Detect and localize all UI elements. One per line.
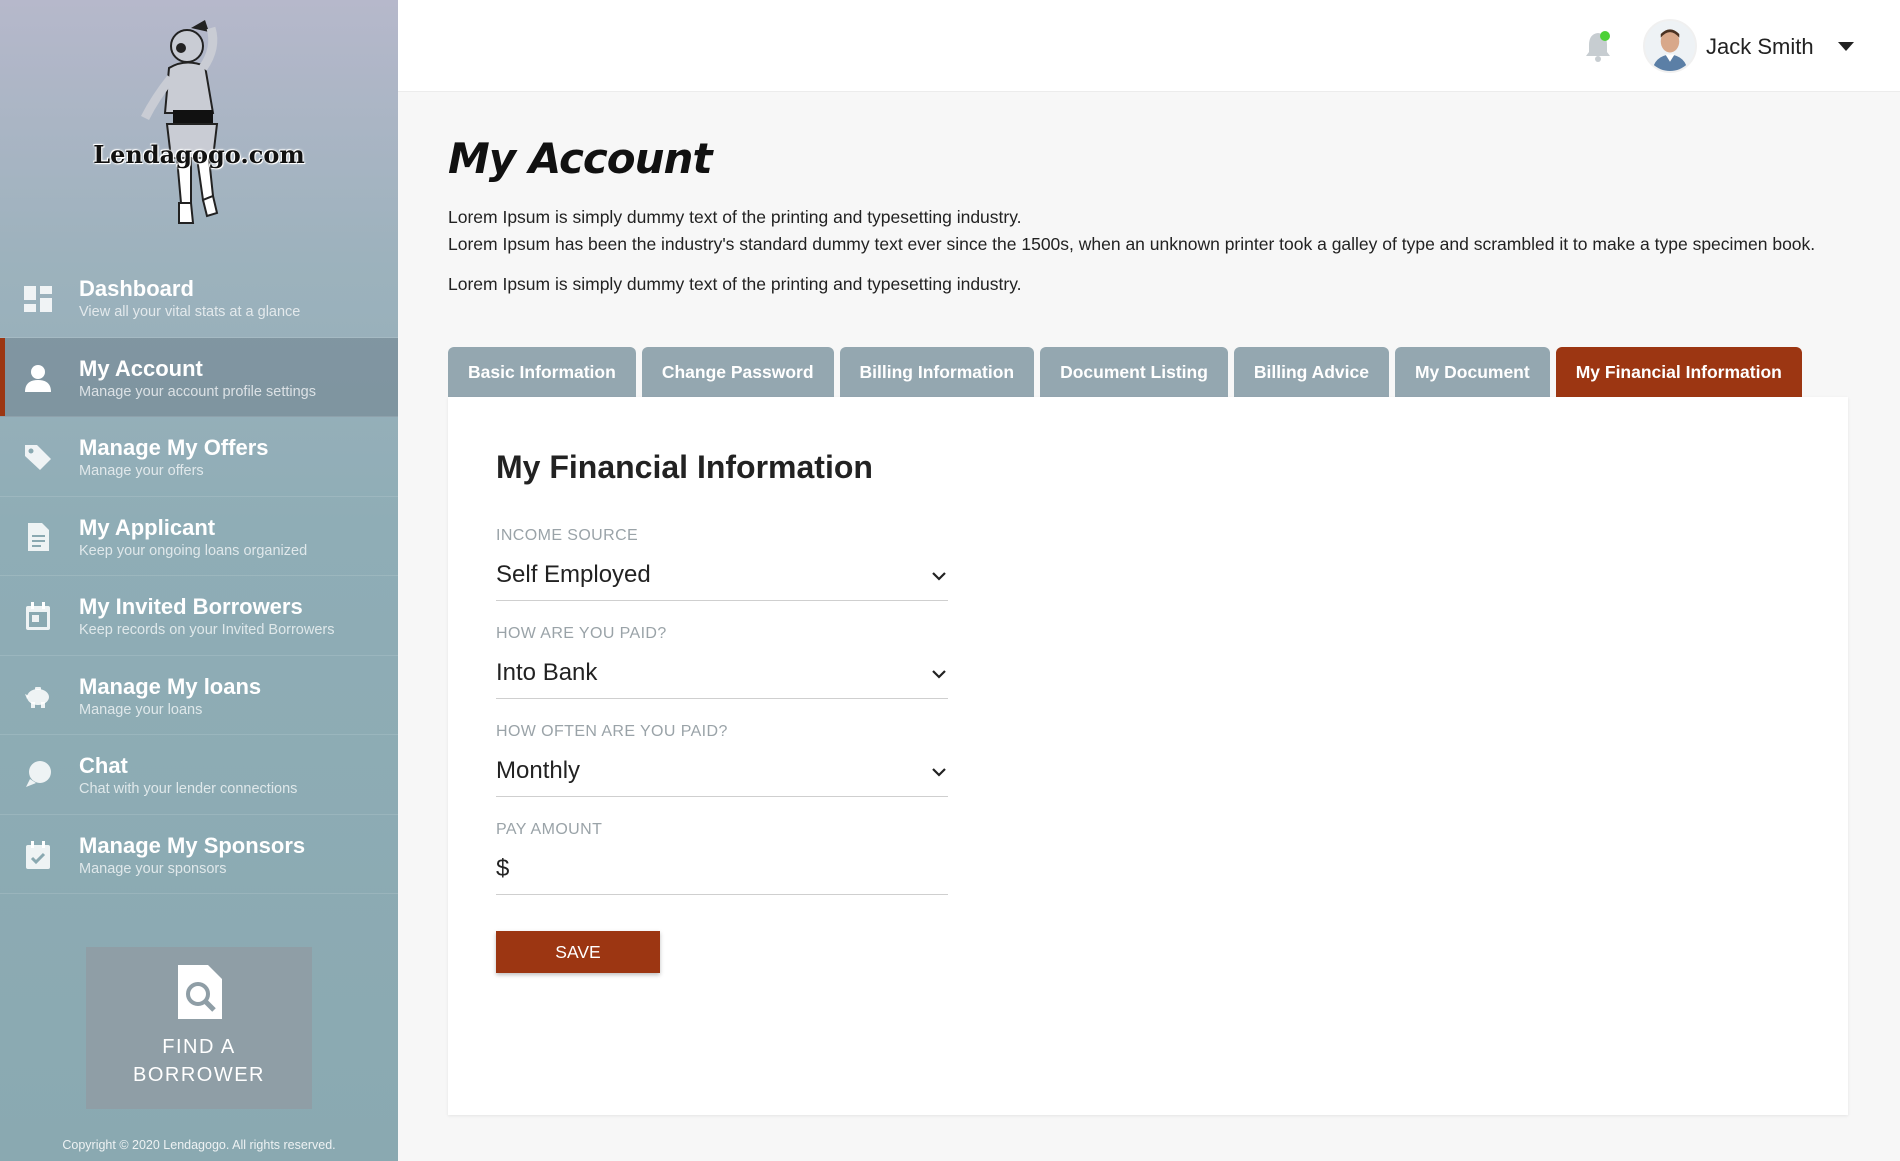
sidebar-item-title: My Account xyxy=(79,355,203,381)
pay-frequency-field: HOW OFTEN ARE YOU PAID? Monthly xyxy=(496,723,948,797)
sidebar-item-subtitle: Manage your loans xyxy=(79,701,203,718)
sidebar-item-my-invited-borrowers[interactable]: My Invited Borrowers Keep records on you… xyxy=(0,576,398,656)
user-menu-caret-icon[interactable] xyxy=(1838,42,1854,51)
sidebar: Lendagogo.com Dashboard View all your vi… xyxy=(0,0,398,1161)
payment-method-field: HOW ARE YOU PAID? Into Bank xyxy=(496,625,948,699)
sidebar-item-title: My Invited Borrowers xyxy=(79,594,303,619)
tab-my-document[interactable]: My Document xyxy=(1394,347,1550,397)
sidebar-item-title: Manage My Offers xyxy=(79,435,269,460)
avatar[interactable] xyxy=(1643,19,1697,73)
page-description-3: Lorem Ipsum is simply dummy text of the … xyxy=(448,274,1022,294)
calendar-icon xyxy=(26,602,50,630)
tag-icon xyxy=(25,445,51,470)
sidebar-item-subtitle: Keep records on your Invited Borrowers xyxy=(79,622,335,638)
pay-amount-label: PAY AMOUNT xyxy=(496,821,603,838)
document-icon xyxy=(28,522,49,551)
sidebar-item-subtitle: View all your vital stats at a glance xyxy=(79,304,301,320)
pay-amount-field: PAY AMOUNT $ xyxy=(496,821,948,895)
sidebar-item-manage-my-loans[interactable]: Manage My loans Manage your loans xyxy=(0,656,398,735)
logo-text: Lendagogo.com xyxy=(93,140,305,169)
account-tabs: Basic Information Change Password Billin… xyxy=(448,347,1802,397)
user-avatar-icon xyxy=(1645,21,1695,71)
chat-icon xyxy=(26,761,51,787)
sidebar-item-subtitle: Manage your offers xyxy=(79,463,204,479)
pay-amount-input[interactable]: $ xyxy=(496,849,948,895)
tab-document-listing[interactable]: Document Listing xyxy=(1040,347,1228,397)
tab-billing-advice[interactable]: Billing Advice xyxy=(1233,347,1389,397)
income-source-value: Self Employed xyxy=(496,561,651,588)
income-source-label: INCOME SOURCE xyxy=(496,527,639,544)
sidebar-item-subtitle: Manage your account profile settings xyxy=(79,383,316,400)
panel-title: My Financial Information xyxy=(496,449,873,485)
find-a-borrower-label: FIND A BORROWER xyxy=(133,1036,265,1086)
pay-frequency-value: Monthly xyxy=(496,757,581,784)
sidebar-item-title: Manage My Sponsors xyxy=(79,832,306,858)
dashboard-icon xyxy=(24,286,52,312)
sidebar-nav: Dashboard View all your vital stats at a… xyxy=(0,258,398,894)
page-title: My Account xyxy=(448,134,713,183)
save-button[interactable]: SAVE xyxy=(496,931,660,973)
sidebar-item-title: My Applicant xyxy=(79,514,216,540)
payment-method-label: HOW ARE YOU PAID? xyxy=(496,625,667,642)
sidebar-item-my-account[interactable]: My Account Manage your account profile s… xyxy=(0,337,398,417)
sidebar-item-manage-my-offers[interactable]: Manage My Offers Manage your offers xyxy=(0,417,398,497)
chevron-down-icon xyxy=(932,768,946,777)
copyright: Copyright © 2020 Lendagogo. All rights r… xyxy=(62,1138,336,1152)
sidebar-item-subtitle: Chat with your lender connections xyxy=(79,781,298,797)
piggy-bank-icon xyxy=(25,686,49,708)
sidebar-item-title: Manage My loans xyxy=(79,673,262,699)
page-description-2: Lorem Ipsum has been the industry's stan… xyxy=(448,234,1816,254)
sidebar-item-subtitle: Manage your sponsors xyxy=(79,860,227,877)
sidebar-item-title: Chat xyxy=(79,753,128,778)
sidebar-item-subtitle: Keep your ongoing loans organized xyxy=(79,542,308,559)
tab-change-password[interactable]: Change Password xyxy=(641,347,834,397)
income-source-select[interactable]: Self Employed xyxy=(496,555,948,601)
top-bar: Jack Smith xyxy=(398,0,1900,92)
page-description-1: Lorem Ipsum is simply dummy text of the … xyxy=(448,207,1022,227)
sidebar-item-manage-my-sponsors[interactable]: Manage My Sponsors Manage your sponsors xyxy=(0,815,398,894)
pay-amount-value: $ xyxy=(496,855,510,882)
find-a-borrower-button[interactable]: FIND A BORROWER xyxy=(86,947,312,1109)
user-icon xyxy=(25,364,51,392)
tab-billing-information[interactable]: Billing Information xyxy=(839,347,1035,397)
sidebar-item-my-applicant[interactable]: My Applicant Keep your ongoing loans org… xyxy=(0,497,398,576)
sidebar-item-chat[interactable]: Chat Chat with your lender connections xyxy=(0,735,398,815)
sidebar-item-title: Dashboard xyxy=(79,276,194,301)
search-document-icon xyxy=(178,965,222,1019)
tab-basic-information[interactable]: Basic Information xyxy=(448,347,636,397)
pay-frequency-select[interactable]: Monthly xyxy=(496,751,948,797)
chevron-down-icon xyxy=(932,670,946,679)
financial-information-panel: My Financial Information INCOME SOURCE S… xyxy=(448,397,1848,1115)
pay-frequency-label: HOW OFTEN ARE YOU PAID? xyxy=(496,723,728,740)
calendar-check-icon xyxy=(26,840,50,869)
logo-figure-icon xyxy=(140,20,219,224)
main-content: My Account Lorem Ipsum is simply dummy t… xyxy=(398,92,1900,1161)
chevron-down-icon xyxy=(932,572,946,581)
payment-method-value: Into Bank xyxy=(496,659,598,686)
payment-method-select[interactable]: Into Bank xyxy=(496,653,948,699)
user-name[interactable]: Jack Smith xyxy=(1706,34,1814,60)
notification-bell-icon[interactable] xyxy=(1584,30,1612,62)
sidebar-item-dashboard[interactable]: Dashboard View all your vital stats at a… xyxy=(0,258,398,338)
logo[interactable]: Lendagogo.com xyxy=(0,0,398,250)
income-source-field: INCOME SOURCE Self Employed xyxy=(496,527,948,601)
tab-my-financial-information[interactable]: My Financial Information xyxy=(1555,347,1802,397)
